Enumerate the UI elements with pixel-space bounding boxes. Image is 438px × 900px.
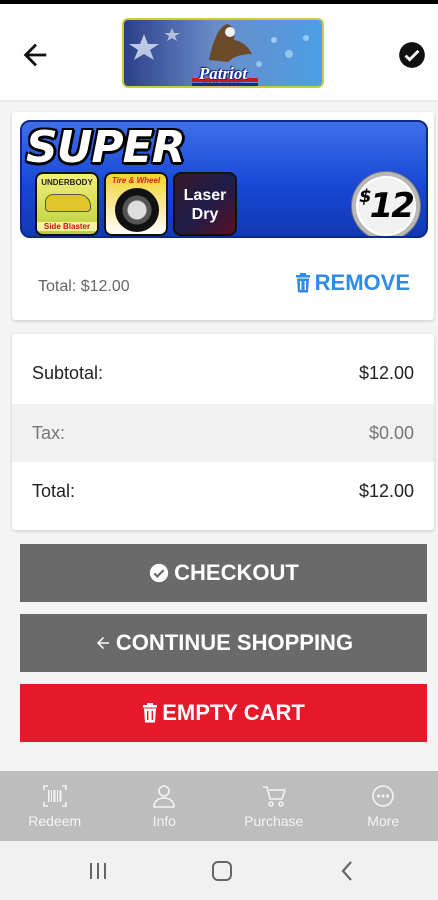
- service-sublabel: Side Blaster: [37, 222, 97, 231]
- subtotal-row: Subtotal: $12.00: [12, 344, 434, 402]
- price-amount: 12: [369, 186, 415, 226]
- nav-label: Redeem: [28, 813, 82, 829]
- back-arrow-icon: [96, 637, 109, 649]
- nav-label: Purchase: [244, 813, 304, 829]
- total-row: Total: $12.00: [12, 462, 434, 520]
- checkout-label: CHECKOUT: [174, 560, 299, 585]
- tire-icon: [115, 188, 159, 232]
- continue-shopping-button[interactable]: CONTINUE SHOPPING: [20, 614, 427, 672]
- service-tire-wheel: Tire & Wheel: [104, 172, 168, 236]
- nav-info[interactable]: Info: [110, 771, 220, 841]
- subtotal-label: Subtotal:: [32, 362, 104, 383]
- trash-icon: [143, 703, 158, 723]
- empty-cart-label: EMPTY CART: [162, 700, 305, 725]
- service-underbody: UNDERBODY Side Blaster: [35, 172, 99, 236]
- wash-package-banner: SUPER UNDERBODY Side Blaster Tire & Whee…: [20, 120, 428, 238]
- continue-shopping-label: CONTINUE SHOPPING: [115, 630, 354, 655]
- remove-label: REMOVE: [314, 270, 410, 295]
- price-badge: $ 12: [352, 172, 420, 236]
- nav-purchase[interactable]: Purchase: [219, 771, 329, 841]
- tax-label: Tax:: [32, 422, 66, 443]
- nav-label: More: [367, 813, 400, 829]
- logo-text: Patriot: [198, 64, 248, 83]
- total-value: $12.00: [358, 480, 414, 501]
- check-circle-icon[interactable]: [398, 41, 426, 69]
- service-label: Tire & Wheel: [111, 176, 161, 185]
- cart-icon: [262, 786, 286, 807]
- system-navigation-bar: [0, 841, 438, 900]
- nav-more[interactable]: More: [329, 771, 438, 841]
- order-summary: Subtotal: $12.00 Tax: $0.00 Total: $12.0…: [12, 334, 434, 530]
- barcode-icon: [42, 785, 67, 807]
- empty-cart-button[interactable]: EMPTY CART: [20, 684, 427, 742]
- cart-item-card: SUPER UNDERBODY Side Blaster Tire & Whee…: [12, 112, 434, 320]
- total-label: Total:: [32, 480, 76, 501]
- tax-row: Tax: $0.00: [12, 404, 434, 462]
- more-icon: [372, 785, 395, 807]
- check-circle-icon: [149, 563, 169, 583]
- service-sublabel: Dry: [191, 206, 219, 223]
- price-currency: $: [359, 186, 371, 207]
- back-arrow-icon[interactable]: [18, 38, 52, 72]
- top-app-bar: Patriot CAR WASH: [0, 0, 438, 100]
- checkout-button[interactable]: CHECKOUT: [20, 544, 427, 602]
- service-label: UNDERBODY: [41, 178, 93, 187]
- car-icon: [45, 194, 91, 212]
- service-laser-dry: Laser Dry: [173, 172, 237, 236]
- patriot-car-wash-logo: Patriot CAR WASH: [122, 18, 324, 88]
- logo-subtext: CAR WASH: [202, 82, 244, 88]
- package-name: SUPER: [26, 122, 186, 173]
- nav-label: Info: [152, 813, 176, 829]
- nav-redeem[interactable]: Redeem: [0, 771, 110, 841]
- item-total: Total: $12.00: [38, 278, 130, 295]
- person-icon: [153, 785, 176, 808]
- recent-apps-icon[interactable]: [86, 859, 110, 883]
- remove-button[interactable]: REMOVE: [295, 270, 410, 296]
- trash-icon: [295, 273, 310, 293]
- system-back-icon[interactable]: [336, 859, 360, 883]
- bottom-navigation: Redeem Info Purchase More: [0, 771, 438, 841]
- tax-value: $0.00: [368, 422, 414, 443]
- service-label: Laser: [183, 187, 227, 204]
- subtotal-value: $12.00: [358, 362, 414, 383]
- home-icon[interactable]: [210, 859, 234, 883]
